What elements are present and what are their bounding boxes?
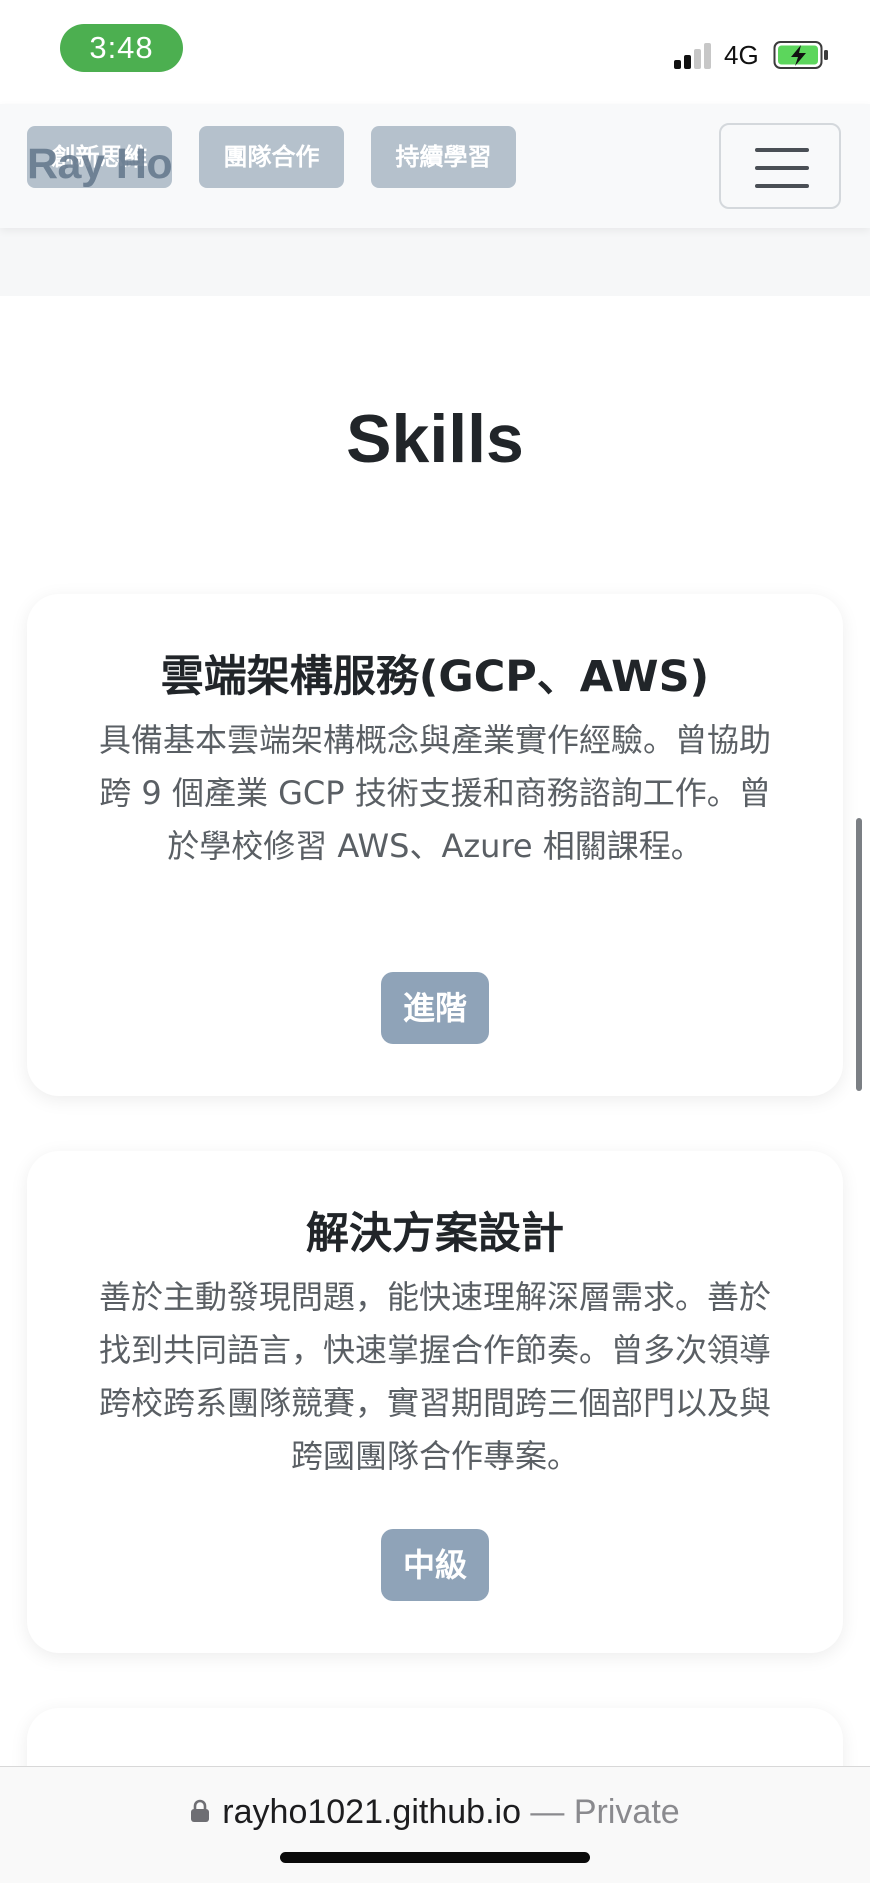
status-bar: 3:48 4G bbox=[0, 0, 870, 104]
skill-level-badge: 中級 bbox=[381, 1529, 489, 1601]
signal-icon bbox=[674, 41, 714, 69]
url-domain: rayho1021.github.io bbox=[222, 1793, 521, 1831]
section-title: Skills bbox=[346, 401, 524, 477]
skill-title: 解決方案設計 bbox=[306, 1209, 564, 1259]
hamburger-menu-icon[interactable] bbox=[719, 123, 841, 209]
private-label: — Private bbox=[520, 1793, 680, 1831]
url-display[interactable]: rayho1021.github.io — Private bbox=[0, 1793, 870, 1832]
skill-card: 解決方案設計 善於主動發現問題，能快速理解深層需求。善於找到共同語言，快速掌握合… bbox=[27, 1151, 843, 1653]
nav-chip-teamwork[interactable]: 團隊合作 bbox=[199, 126, 344, 188]
lock-icon bbox=[191, 1799, 210, 1823]
home-indicator[interactable] bbox=[280, 1852, 590, 1863]
skill-title: 雲端架構服務(GCP、AWS) bbox=[160, 652, 710, 702]
network-type: 4G bbox=[724, 40, 759, 70]
top-navbar: 創新思維 團隊合作 持續學習 Ray Ho bbox=[0, 104, 870, 228]
nav-chip-learning[interactable]: 持續學習 bbox=[371, 126, 516, 188]
skill-card: 雲端架構服務(GCP、AWS) 具備基本雲端架構概念與產業實作經驗。曾協助跨 9… bbox=[27, 594, 843, 1096]
skill-description: 善於主動發現問題，能快速理解深層需求。善於找到共同語言，快速掌握合作節奏。曾多次… bbox=[98, 1278, 771, 1475]
scroll-indicator[interactable] bbox=[856, 818, 862, 1091]
skill-level-badge: 進階 bbox=[381, 972, 489, 1044]
battery-charging-icon bbox=[773, 41, 828, 69]
browser-address-bar[interactable]: rayho1021.github.io — Private bbox=[0, 1766, 870, 1883]
skill-description: 具備基本雲端架構概念與產業實作經驗。曾協助跨 9 個產業 GCP 技術支援和商務… bbox=[98, 721, 771, 865]
section-divider bbox=[0, 228, 870, 296]
status-time: 3:48 bbox=[60, 24, 183, 72]
brand-logo[interactable]: Ray Ho bbox=[27, 140, 173, 189]
